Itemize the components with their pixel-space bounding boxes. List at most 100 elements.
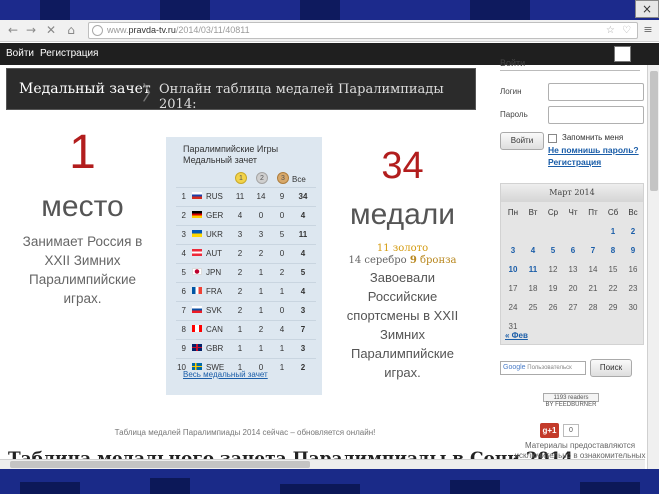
calendar-day: 22: [608, 284, 618, 293]
menu-icon[interactable]: ≡: [641, 23, 655, 37]
desktop-bottom-band: [0, 469, 659, 494]
calendar-day: 27: [568, 303, 578, 312]
admin-register-link[interactable]: Регистрация: [40, 48, 98, 59]
calendar-day-link[interactable]: 3: [503, 246, 523, 255]
gold-breakdown: 11 золото: [330, 243, 475, 254]
vertical-scroll-thumb[interactable]: [650, 71, 658, 191]
total-cell: 11: [298, 230, 308, 239]
stop-icon[interactable]: ✕: [44, 23, 58, 37]
forgot-password-link[interactable]: Не помнишь пароль?: [548, 145, 639, 155]
total-cell: 34: [298, 192, 308, 201]
medal-row: 1 RUS 11 14 9 34: [176, 187, 316, 204]
calendar-day: 29: [608, 303, 618, 312]
country-cell: UKR: [206, 230, 223, 239]
calendar-day-link[interactable]: 9: [623, 246, 643, 255]
gold-count: 11: [376, 243, 390, 254]
rank-cell: 8: [181, 325, 186, 334]
remember-checkbox[interactable]: [548, 134, 557, 143]
browser-toolbar: ← → ✕ ⌂ www.pravda-tv.ru/2014/03/11/4081…: [0, 20, 659, 42]
gold-cell: 11: [235, 192, 245, 201]
vertical-scrollbar[interactable]: [647, 65, 659, 469]
calendar-day: 18: [528, 284, 538, 293]
calendar-day-link[interactable]: 11: [523, 265, 543, 274]
all-medals-link[interactable]: Весь медальный зачет: [183, 370, 268, 379]
gold-cell: 3: [237, 230, 243, 239]
calendar-day-link[interactable]: 7: [583, 246, 603, 255]
medal-table-title: Паралимпийские Игры Медальный зачет: [183, 144, 279, 165]
login-label: Логин: [500, 87, 522, 96]
medals-description: Завоевали Российские спортсмены в XXII З…: [346, 270, 459, 380]
bronze-count: 9: [409, 255, 417, 266]
calendar-day: 19: [548, 284, 558, 293]
banner-section-title[interactable]: Медальный зачет: [19, 81, 151, 97]
star-icon[interactable]: ☆ ♡: [606, 25, 633, 36]
country-cell: JPN: [206, 268, 222, 277]
medals-number: 34: [381, 145, 424, 187]
calendar-day-link[interactable]: 10: [503, 265, 523, 274]
calendar-week: 17 18 19 20 21 22 23: [501, 280, 643, 299]
silver-count: 14: [348, 255, 362, 266]
calendar-day-link[interactable]: 4: [523, 246, 543, 255]
forward-icon[interactable]: →: [24, 23, 38, 37]
calendar-day-link[interactable]: 2: [623, 227, 643, 236]
calendar-day: 12: [548, 265, 558, 274]
medal-row: 4 AUT 2 2 0 4: [176, 244, 316, 261]
silver-cell: 0: [258, 211, 264, 220]
home-icon[interactable]: ⌂: [64, 23, 78, 37]
feedburner-counter: 1193 readers: [543, 393, 599, 402]
calendar-day-link[interactable]: 6: [563, 246, 583, 255]
total-column-header: Все: [292, 175, 306, 184]
medal-row: 6 FRA 2 1 1 4: [176, 282, 316, 299]
password-label: Пароль: [500, 110, 528, 119]
back-icon[interactable]: ←: [6, 23, 20, 37]
calendar-weekday: Вт: [528, 208, 538, 217]
gold-cell: 2: [237, 268, 243, 277]
login-field[interactable]: [548, 83, 644, 101]
feedburner-count: 1193: [553, 395, 567, 401]
section-banner: Медальный зачет 〉 Онлайн таблица медалей…: [6, 68, 476, 112]
calendar-day: 14: [588, 265, 598, 274]
medal-row: 5 JPN 2 1 2 5: [176, 263, 316, 280]
calendar-day: 31: [508, 322, 518, 331]
calendar-day-link[interactable]: 5: [543, 246, 563, 255]
password-field[interactable]: [548, 106, 644, 124]
total-cell: 7: [300, 325, 306, 334]
calendar-day-link[interactable]: 1: [603, 227, 623, 236]
feedburner-badge[interactable]: 1193 readers BY FEEDBURNER: [543, 393, 599, 410]
rank-cell: 3: [181, 230, 186, 239]
feedburner-by: BY FEEDBURNER: [545, 402, 597, 408]
flag-icon: [192, 249, 202, 256]
calendar-prev-link[interactable]: « Фев: [505, 331, 528, 340]
window-close-button[interactable]: ×: [635, 0, 659, 18]
gold-label: золото: [392, 243, 429, 254]
globe-icon: [92, 25, 103, 36]
rank-cell: 9: [181, 344, 186, 353]
sidebar-register-link[interactable]: Регистрация: [548, 157, 601, 167]
flag-icon: [192, 268, 202, 275]
login-widget-title: Войти: [500, 58, 640, 71]
silver-cell: 1: [258, 287, 264, 296]
calendar-week: 3456789: [501, 242, 643, 261]
country-cell: AUT: [206, 249, 222, 258]
calendar-weekday: Сб: [607, 208, 619, 217]
calendar-day: 20: [568, 284, 578, 293]
feedburner-readers: readers: [568, 395, 589, 401]
silver-cell: 1: [258, 306, 264, 315]
search-button[interactable]: Поиск: [590, 359, 632, 377]
country-cell: CAN: [206, 325, 223, 334]
calendar-day-link[interactable]: 8: [603, 246, 623, 255]
login-button[interactable]: Войти: [500, 132, 544, 150]
calendar-day: 28: [588, 303, 598, 312]
address-bar[interactable]: www.pravda-tv.ru/2014/03/11/40811 ☆ ♡: [88, 22, 638, 39]
admin-login-link[interactable]: Войти: [6, 48, 34, 59]
country-cell: FRA: [206, 287, 222, 296]
horizontal-scroll-thumb[interactable]: [10, 461, 310, 468]
place-word: место: [41, 190, 124, 223]
horizontal-scrollbar[interactable]: [0, 459, 645, 469]
search-input[interactable]: Google Пользовательск: [500, 361, 586, 375]
medal-row: 7 SVK 2 1 0 3: [176, 301, 316, 318]
gplus-button[interactable]: g+1: [540, 423, 559, 438]
silver-label: серебро: [364, 255, 407, 266]
bronze-cell: 1: [279, 363, 285, 372]
gold-medal-icon: 1: [235, 172, 247, 184]
